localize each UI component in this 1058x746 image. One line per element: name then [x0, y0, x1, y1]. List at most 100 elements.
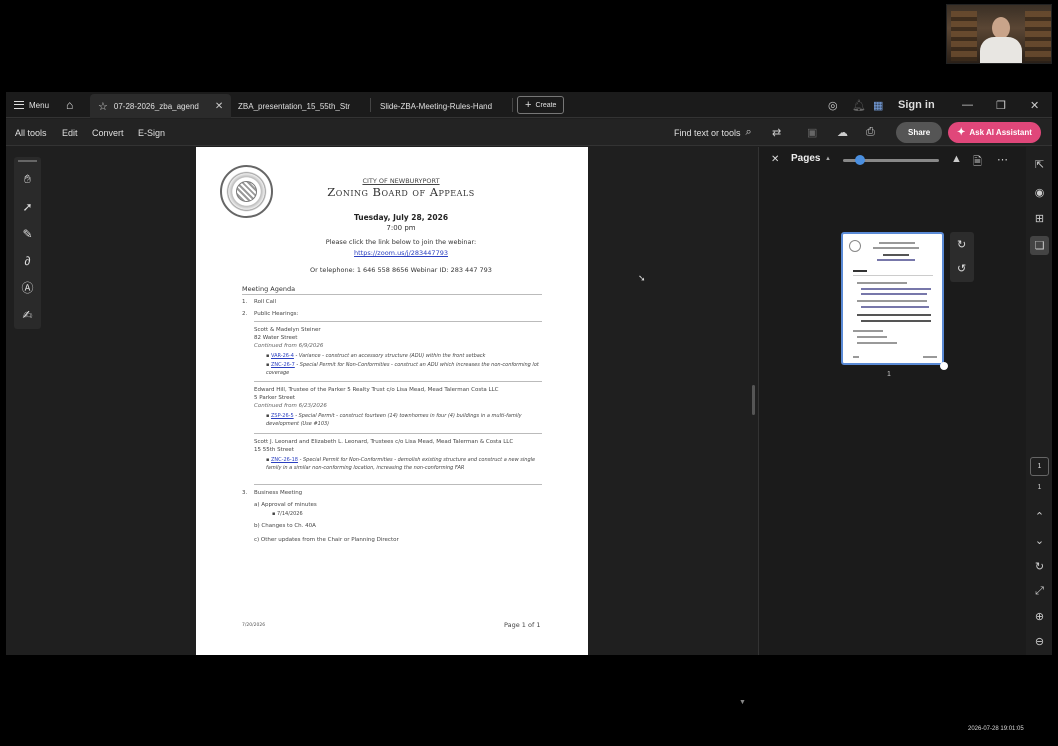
- close-panel-icon[interactable]: ✕: [771, 154, 779, 165]
- thumbnail-actions: ↻ ↺: [950, 232, 974, 282]
- panel-splitter[interactable]: [752, 385, 755, 415]
- page-up-icon[interactable]: ⌃: [1030, 507, 1049, 526]
- case2-street: 5 Parker Street: [254, 395, 296, 401]
- tab-bar: Menu ⌂ ☆ 07-28-2026_zba_agend ✕ ZBA_pres…: [6, 92, 1052, 118]
- zoom-out-thumb-icon[interactable]: ▲: [825, 156, 831, 162]
- minimize-icon[interactable]: —: [962, 92, 973, 118]
- pages-panel-icon[interactable]: ❏: [1030, 236, 1049, 255]
- print-icon[interactable]: ⎙: [866, 119, 875, 146]
- footer-page-number: Page 1 of 1: [504, 621, 541, 629]
- person-head: [992, 17, 1010, 39]
- translate-icon[interactable]: ⇄: [772, 119, 781, 146]
- find-label: Find text or tools: [674, 127, 741, 138]
- timestamp-overlay: 2026-07-28 19:01:05: [968, 726, 1024, 732]
- tab-agenda[interactable]: ☆ 07-28-2026_zba_agend ✕: [90, 94, 232, 118]
- case3-link-1[interactable]: ZNC-26-18: [271, 457, 298, 463]
- close-tab-icon[interactable]: ✕: [215, 101, 223, 112]
- agenda-item-public-hearings: 2. Public Hearings:: [242, 311, 299, 317]
- highlight-pen-icon[interactable]: ✎: [18, 224, 37, 243]
- case2-bullet-1: ▪ ZSP-26-5 - Special Permit - construct …: [266, 413, 522, 427]
- rotate-clockwise-icon[interactable]: ↻: [957, 238, 966, 251]
- thumbnail-zoom-handle[interactable]: [855, 155, 865, 165]
- total-pages: 1: [1037, 484, 1042, 491]
- zoom-in-thumb-icon[interactable]: ▲: [951, 153, 962, 165]
- business-item-a: a) Approval of minutes: [254, 502, 317, 508]
- hamburger-icon: [14, 101, 24, 109]
- help-icon[interactable]: ◎: [828, 92, 838, 118]
- find-text-button[interactable]: Find text or tools ⌕: [674, 119, 752, 146]
- webcam-thumbnail: [946, 4, 1052, 64]
- quick-tools-rail: ✋︎ ➚ ✎ ∂ Ⓐ ✍︎: [14, 157, 41, 329]
- case1-bullet-2: ▪ ZNC-26-7 - Special Permit for Non-Conf…: [266, 362, 539, 376]
- tab-label: 07-28-2026_zba_agend: [113, 101, 199, 111]
- pages-panel: ✕ Pages ▲ ▲ 🗎︎ ⋯ ↻ ↺ 1: [758, 147, 1026, 655]
- case2-applicant: Edward Hill, Trustee of the Parker 5 Rea…: [254, 387, 499, 393]
- business-item-a-bullet: ▪ 7/14/2026: [272, 511, 303, 517]
- insert-page-icon[interactable]: 🗎︎: [973, 153, 982, 172]
- all-tools-button[interactable]: All tools: [15, 119, 47, 146]
- esign-button[interactable]: E-Sign: [138, 119, 165, 146]
- case3-applicant: Scott J. Leonard and Elizabeth L. Leonar…: [254, 439, 514, 445]
- city-seal-logo: [220, 165, 273, 218]
- zoom-out-icon[interactable]: ⊖: [1030, 632, 1049, 651]
- phone-info: Or telephone: 1 646 558 8656 Webinar ID:…: [310, 266, 492, 274]
- current-page-input[interactable]: 1: [1030, 457, 1049, 476]
- tab-label: ZBA_presentation_15_55th_Str: [238, 101, 351, 111]
- export-icon[interactable]: ⇱: [1030, 155, 1049, 174]
- thumbnail-resize-handle[interactable]: [940, 362, 948, 370]
- case2-link-1[interactable]: ZSP-26-5: [271, 413, 294, 419]
- signature-icon[interactable]: ✍︎: [18, 305, 37, 324]
- rotate-counterclockwise-icon[interactable]: ↺: [957, 262, 966, 275]
- scroll-down-icon[interactable]: ▼: [739, 699, 746, 706]
- select-tool-icon[interactable]: ➚: [18, 197, 37, 216]
- draw-loop-icon[interactable]: ∂: [18, 251, 37, 270]
- text-tool-icon[interactable]: Ⓐ: [18, 278, 37, 297]
- zoom-link[interactable]: https://zoom.us/j/283447793: [306, 249, 496, 257]
- create-label: Create: [535, 101, 557, 109]
- star-icon[interactable]: ☆: [98, 100, 108, 113]
- save-icon[interactable]: ▣: [807, 119, 817, 146]
- fit-page-icon[interactable]: ⤢: [1030, 582, 1049, 601]
- page-thumbnail[interactable]: [841, 232, 944, 365]
- divider: [242, 294, 542, 295]
- case1-link-2[interactable]: ZNC-26-7: [271, 362, 295, 368]
- tab-divider: [370, 98, 371, 112]
- thumbnail-page-number: 1: [887, 371, 891, 378]
- business-item-b: b) Changes to Ch. 40A: [254, 523, 316, 529]
- home-icon[interactable]: ⌂: [66, 92, 73, 118]
- notifications-icon[interactable]: 🔔︎: [852, 92, 866, 118]
- right-tool-rail: ⇱ ◉ ⊞ ❏ 1 1 ⌃ ⌄ ↻ ⤢ ⊕ ⊖: [1026, 147, 1052, 655]
- share-button[interactable]: Share: [896, 122, 943, 143]
- close-window-icon[interactable]: ✕: [1030, 92, 1039, 118]
- document-viewport[interactable]: ✋︎ ➚ ✎ ∂ Ⓐ ✍︎ CITY OF NEWBURYPORT Zoning…: [6, 147, 746, 706]
- case3-street: 15 55th Street: [254, 447, 294, 453]
- apps-grid-icon[interactable]: ▦: [873, 92, 883, 118]
- divider: [254, 381, 542, 382]
- divider: [254, 321, 542, 322]
- maximize-icon[interactable]: ❐: [996, 92, 1006, 118]
- page-down-icon[interactable]: ⌄: [1030, 531, 1049, 550]
- tab-meeting-rules[interactable]: Slide-ZBA-Meeting-Rules-Hand: [372, 94, 500, 118]
- zoom-in-icon[interactable]: ⊕: [1030, 607, 1049, 626]
- hand-tool-icon[interactable]: ✋︎: [18, 170, 37, 189]
- upload-icon[interactable]: ☁: [837, 119, 848, 146]
- menu-button[interactable]: Menu: [14, 92, 49, 118]
- edit-button[interactable]: Edit: [62, 119, 78, 146]
- convert-button[interactable]: Convert: [92, 119, 124, 146]
- case1-link-1[interactable]: VAR-26-4: [271, 353, 294, 359]
- rail-grip[interactable]: [18, 160, 37, 162]
- comment-icon[interactable]: ◉: [1030, 183, 1049, 202]
- board-title: Zoning Board of Appeals: [327, 185, 475, 199]
- create-button[interactable]: + Create: [517, 96, 565, 114]
- ai-assistant-button[interactable]: ✦ Ask AI Assistant: [948, 122, 1041, 143]
- screen: Menu ⌂ ☆ 07-28-2026_zba_agend ✕ ZBA_pres…: [0, 0, 1058, 746]
- pdf-page: CITY OF NEWBURYPORT Zoning Board of Appe…: [196, 147, 588, 655]
- pages-panel-header: ✕ Pages ▲ ▲ 🗎︎ ⋯: [759, 147, 1027, 173]
- tab-presentation[interactable]: ZBA_presentation_15_55th_Str: [230, 94, 358, 118]
- bookmark-icon[interactable]: ⊞: [1030, 209, 1049, 228]
- case1-street: 82 Water Street: [254, 335, 298, 341]
- rotate-view-icon[interactable]: ↻: [1030, 557, 1049, 576]
- city-name: CITY OF NEWBURYPORT: [362, 177, 440, 185]
- sign-in-button[interactable]: Sign in: [898, 92, 935, 118]
- more-options-icon[interactable]: ⋯: [997, 153, 1008, 166]
